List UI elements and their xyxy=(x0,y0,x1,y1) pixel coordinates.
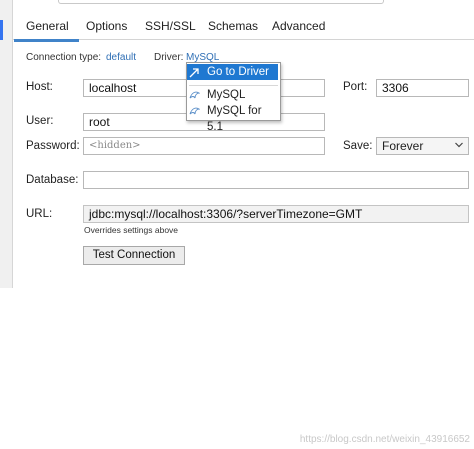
test-connection-button[interactable]: Test Connection xyxy=(83,246,185,265)
connection-type-link[interactable]: default xyxy=(106,52,136,63)
name-field-edge[interactable] xyxy=(58,0,384,4)
chevron-down-icon xyxy=(455,142,463,148)
save-select-value: Forever xyxy=(382,139,424,153)
selection-indicator xyxy=(0,20,3,40)
host-label: Host: xyxy=(26,81,53,93)
connection-type-label: Connection type: xyxy=(26,52,102,63)
navigate-arrow-icon xyxy=(189,68,199,78)
save-label: Save: xyxy=(343,140,373,152)
port-label: Port: xyxy=(343,81,368,93)
driver-option-label: MySQL xyxy=(207,89,246,101)
database-label: Database: xyxy=(26,174,79,186)
url-input[interactable]: jdbc:mysql://localhost:3306/?serverTimez… xyxy=(83,205,469,223)
driver-menu: Go to Driver MySQL MySQL for 5.1 xyxy=(186,62,281,133)
port-input[interactable]: 3306 xyxy=(376,79,469,97)
tab-general[interactable]: General xyxy=(14,19,79,42)
go-to-driver-item[interactable]: Go to Driver xyxy=(187,64,278,80)
mysql-dolphin-icon xyxy=(189,107,200,115)
menu-separator xyxy=(189,85,278,86)
left-panel-strip xyxy=(0,0,13,288)
url-label: URL: xyxy=(26,208,53,220)
tab-options[interactable]: Options xyxy=(86,19,127,33)
tab-ssh-ssl[interactable]: SSH/SSL xyxy=(145,19,196,33)
mysql-dolphin-icon xyxy=(189,91,200,99)
save-select[interactable]: Forever xyxy=(376,137,469,155)
driver-label: Driver: xyxy=(154,52,184,63)
tab-bar: General Options SSH/SSL Schemas Advanced xyxy=(13,16,474,42)
tab-schemas[interactable]: Schemas xyxy=(208,19,258,33)
url-hint: Overrides settings above xyxy=(84,225,179,235)
password-label: Password: xyxy=(26,140,80,152)
driver-option-label: MySQL for 5.1 xyxy=(207,105,262,133)
driver-option-mysql-5-1[interactable]: MySQL for 5.1 xyxy=(187,103,278,133)
user-label: User: xyxy=(26,115,54,127)
driver-option-mysql[interactable]: MySQL xyxy=(187,87,278,103)
go-to-driver-label: Go to Driver xyxy=(207,66,269,78)
database-input[interactable] xyxy=(83,171,469,189)
password-input[interactable]: <hidden> xyxy=(83,137,325,155)
watermark: https://blog.csdn.net/weixin_43916652 xyxy=(299,434,470,445)
tab-advanced[interactable]: Advanced xyxy=(272,19,325,33)
